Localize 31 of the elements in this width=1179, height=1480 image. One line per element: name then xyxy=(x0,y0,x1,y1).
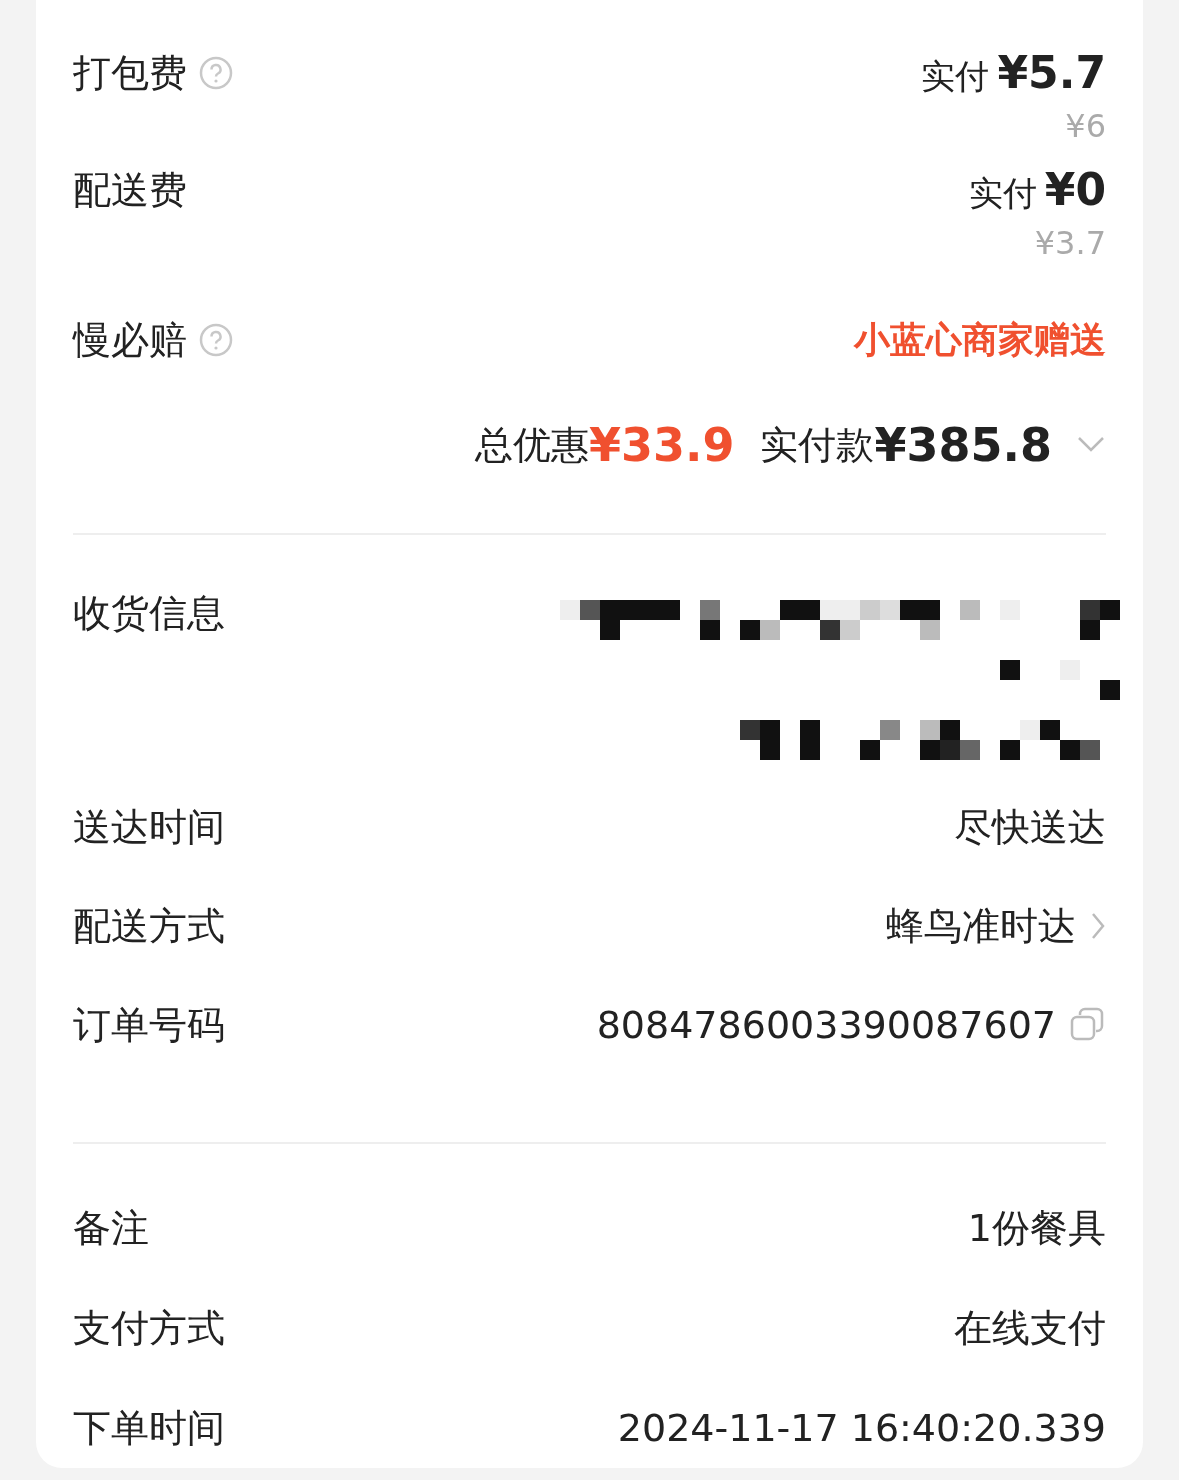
chevron-right-icon[interactable] xyxy=(1090,911,1106,941)
fee-label: 打包费 xyxy=(73,50,187,97)
row-value: 8084786003390087607 xyxy=(596,1002,1056,1049)
original-price: ¥6 xyxy=(1065,109,1106,143)
row-label: 送达时间 xyxy=(73,804,225,851)
row-value: 1份餐具 xyxy=(967,1205,1106,1252)
discount-amount: ¥33.9 xyxy=(588,417,735,474)
row-label: 订单号码 xyxy=(73,1002,225,1049)
row-label: 配送方式 xyxy=(73,903,225,950)
row-label: 下单时间 xyxy=(73,1405,225,1452)
paid-label: 实付 xyxy=(968,172,1037,215)
row-value[interactable]: 蜂鸟准时达 xyxy=(886,893,1076,959)
fee-label: 慢必赔 xyxy=(73,317,187,364)
paid-label: 实付 xyxy=(921,55,990,98)
row-label: 备注 xyxy=(73,1205,149,1252)
row-value: 在线支付 xyxy=(954,1305,1106,1352)
fee-label: 配送费 xyxy=(73,167,187,214)
total-label: 实付款 xyxy=(760,422,875,469)
row-value: 2024-11-17 16:40:20.339 xyxy=(617,1405,1106,1452)
paid-amount: ¥0 xyxy=(1044,163,1106,217)
row-label: 收货信息 xyxy=(73,590,225,637)
discount-label: 总优惠 xyxy=(474,422,589,469)
row-value: 尽快送达 xyxy=(954,804,1106,851)
original-price: ¥3.7 xyxy=(1034,226,1106,260)
row-label: 支付方式 xyxy=(73,1305,225,1352)
help-icon[interactable] xyxy=(199,56,233,90)
help-icon[interactable] xyxy=(199,323,233,357)
fee-value: 小蓝心商家赠送 xyxy=(854,318,1106,362)
total-amount: ¥385.8 xyxy=(874,417,1052,474)
copy-icon[interactable] xyxy=(1070,1007,1106,1043)
paid-amount: ¥5.7 xyxy=(997,46,1106,100)
